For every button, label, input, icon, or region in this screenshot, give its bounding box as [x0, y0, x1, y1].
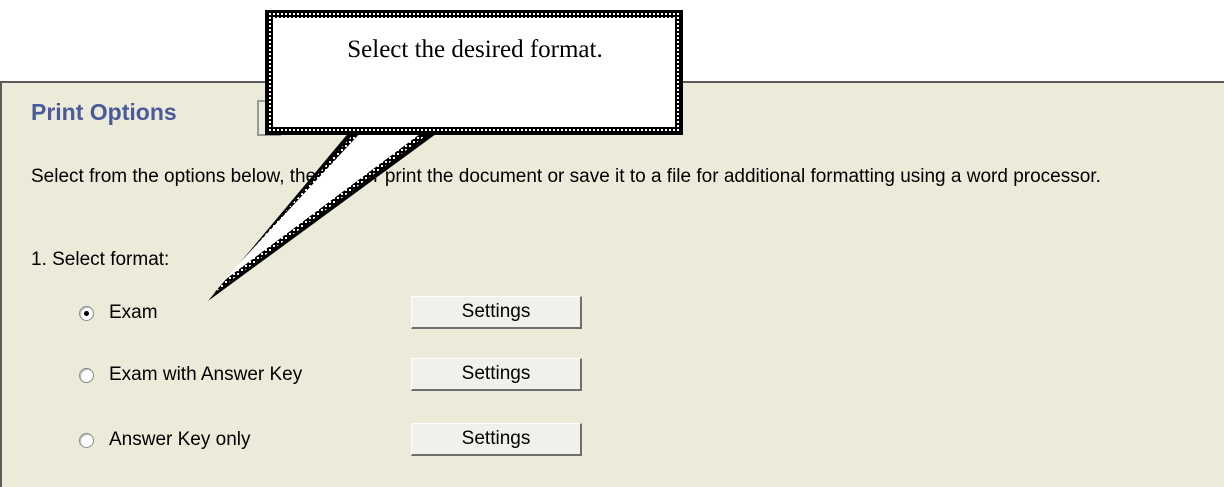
callout-bubble	[208, 10, 683, 301]
callout-text: Select the desired format.	[347, 36, 603, 63]
